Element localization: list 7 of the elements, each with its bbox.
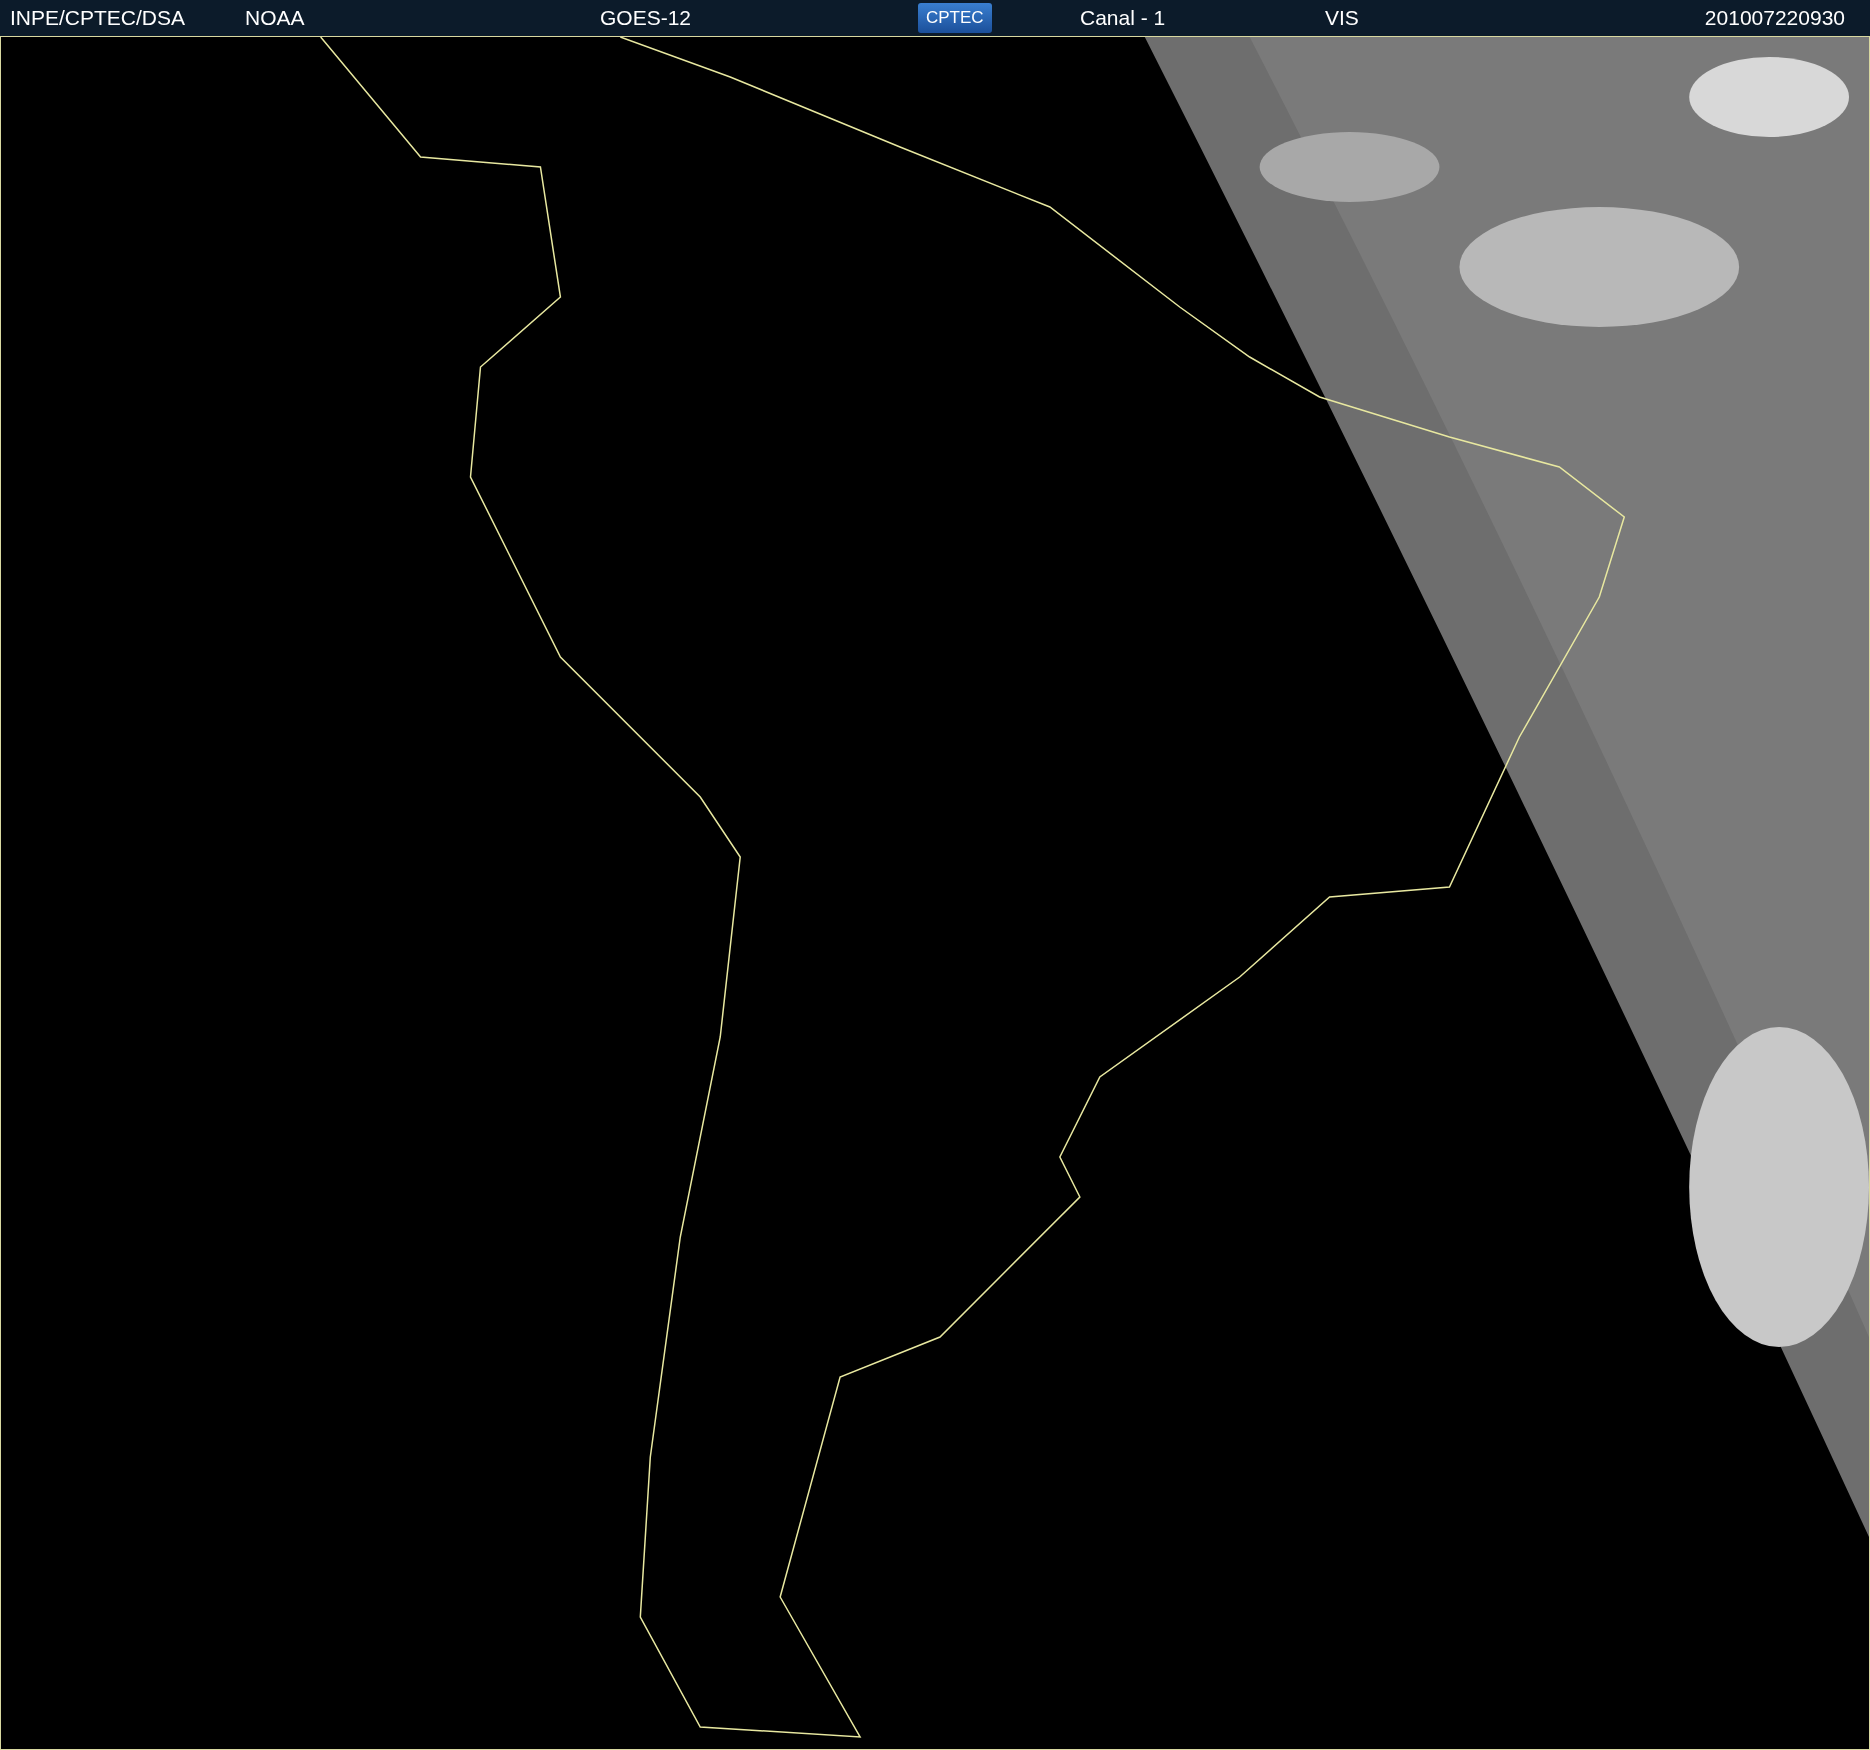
header-label: 201007220930: [1704, 6, 1845, 30]
header-label: VIS: [1325, 6, 1359, 30]
logo: CPTEC: [918, 3, 992, 33]
header-label: NOAA: [245, 6, 305, 30]
header-label: GOES-12: [600, 6, 692, 30]
header-label: Canal - 1: [1080, 6, 1166, 30]
header-label: INPE/CPTEC/DSA: [10, 6, 186, 30]
